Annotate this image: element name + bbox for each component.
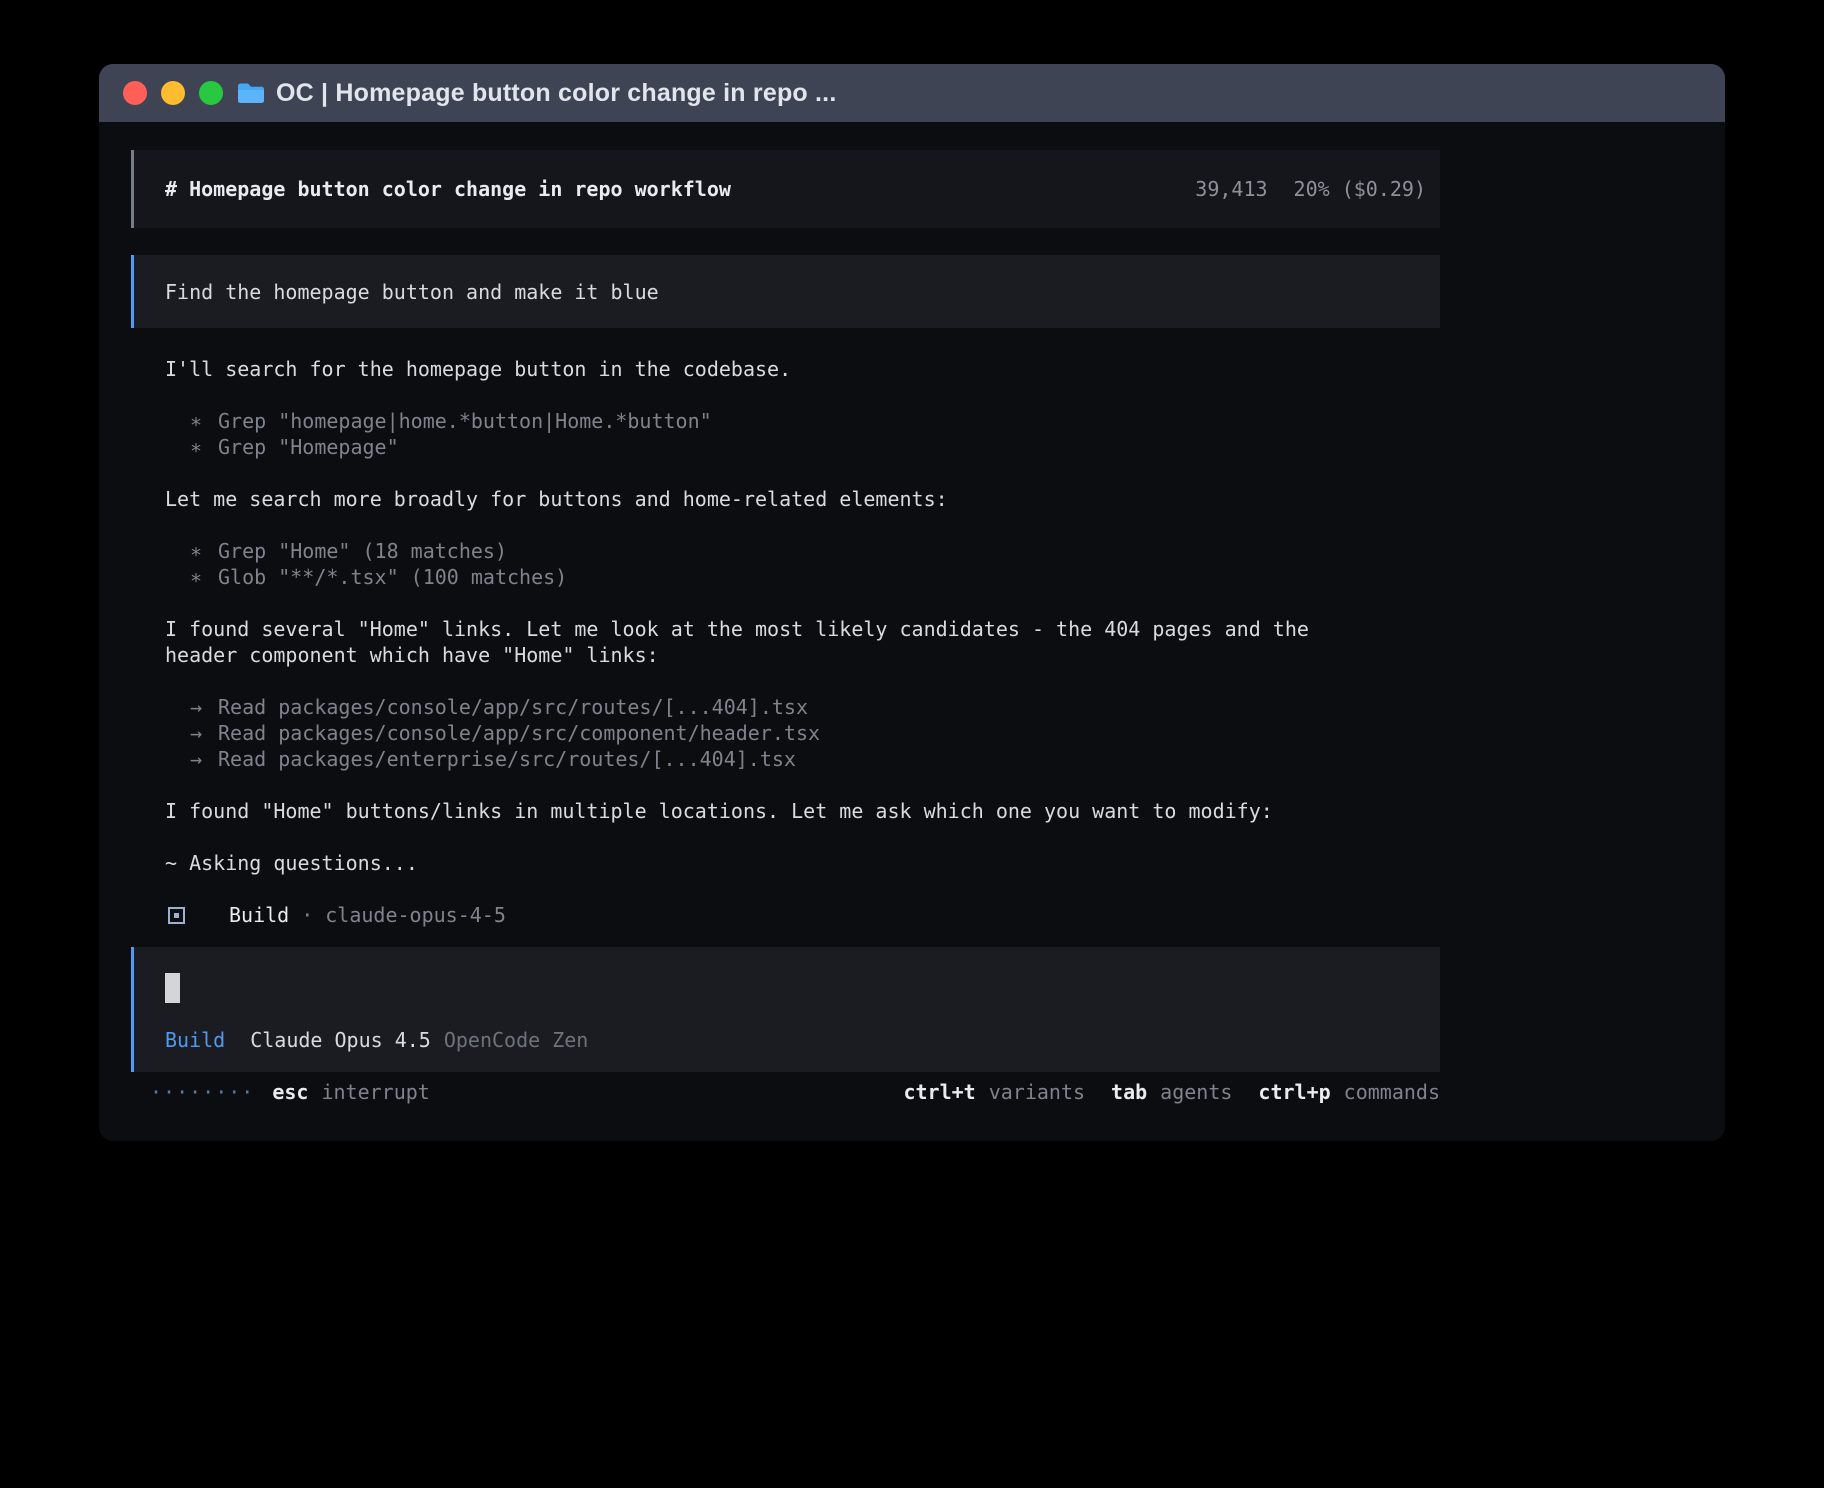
ctrl-t-key-label: ctrl+t bbox=[903, 1079, 975, 1105]
variants-label: variants bbox=[989, 1079, 1085, 1105]
assistant-message: I'll search for the homepage button in t… bbox=[165, 356, 1355, 382]
arrow-right-icon: → bbox=[190, 720, 218, 746]
prompt-model: Claude Opus 4.5 bbox=[250, 1027, 431, 1053]
tool-call: ∗ Grep "homepage|home.*button|Home.*butt… bbox=[165, 408, 1440, 434]
assistant-message: I found "Home" buttons/links in multiple… bbox=[165, 798, 1355, 824]
esc-key-label: esc bbox=[272, 1079, 308, 1105]
close-button[interactable] bbox=[123, 81, 147, 105]
commands-label: commands bbox=[1344, 1079, 1440, 1105]
session-header: # Homepage button color change in repo w… bbox=[131, 150, 1440, 228]
arrow-right-icon: → bbox=[190, 746, 218, 772]
commands-hint: ctrl+p commands bbox=[1258, 1079, 1440, 1105]
user-message: Find the homepage button and make it blu… bbox=[131, 255, 1440, 328]
tool-call-group: ∗ Grep "Home" (18 matches) ∗ Glob "**/*.… bbox=[165, 538, 1440, 590]
asterisk-tool-icon: ∗ bbox=[190, 564, 218, 590]
tool-call-text: Grep "homepage|home.*button|Home.*button… bbox=[218, 408, 712, 434]
activity-status: ~ Asking questions... bbox=[165, 850, 1440, 876]
spinner-dots: ········ bbox=[150, 1079, 254, 1105]
window-title: OC | Homepage button color change in rep… bbox=[276, 79, 836, 108]
separator-dot: · bbox=[301, 902, 313, 928]
arrow-right-icon: → bbox=[190, 694, 218, 720]
assistant-message: I found several "Home" links. Let me loo… bbox=[165, 616, 1355, 668]
read-tool-call: → Read packages/console/app/src/routes/[… bbox=[165, 694, 1440, 720]
text-cursor bbox=[165, 973, 180, 1003]
tab-key-label: tab bbox=[1111, 1079, 1147, 1105]
interrupt-label: interrupt bbox=[321, 1079, 429, 1105]
context-cost: 20% ($0.29) bbox=[1294, 176, 1426, 202]
agents-hint: tab agents bbox=[1111, 1079, 1232, 1105]
window-titlebar: OC | Homepage button color change in rep… bbox=[99, 64, 1725, 122]
assistant-message: Let me search more broadly for buttons a… bbox=[165, 486, 1355, 512]
zoom-button[interactable] bbox=[199, 81, 223, 105]
agent-name: Build bbox=[229, 902, 289, 928]
prompt-meta: Build Claude Opus 4.5 OpenCode Zen bbox=[165, 1027, 1409, 1053]
traffic-lights bbox=[123, 81, 223, 105]
ctrl-p-key-label: ctrl+p bbox=[1258, 1079, 1330, 1105]
minimize-button[interactable] bbox=[161, 81, 185, 105]
token-count: 39,413 bbox=[1195, 176, 1267, 202]
folder-icon bbox=[236, 81, 266, 105]
asterisk-tool-icon: ∗ bbox=[190, 408, 218, 434]
prompt-input[interactable]: Build Claude Opus 4.5 OpenCode Zen bbox=[131, 947, 1440, 1072]
status-bar: ········ esc interrupt ctrl+t variants t… bbox=[131, 1079, 1440, 1105]
tool-call-text: Read packages/enterprise/src/routes/[...… bbox=[218, 746, 796, 772]
tool-call-text: Read packages/console/app/src/component/… bbox=[218, 720, 820, 746]
tool-call-text: Grep "Home" (18 matches) bbox=[218, 538, 507, 564]
tool-call-text: Glob "**/*.tsx" (100 matches) bbox=[218, 564, 567, 590]
prompt-provider: OpenCode Zen bbox=[444, 1027, 589, 1053]
square-dot-agent-icon bbox=[168, 907, 185, 924]
prompt-mode-badge: Build bbox=[165, 1027, 225, 1053]
read-tool-call: → Read packages/console/app/src/componen… bbox=[165, 720, 1440, 746]
user-message-text: Find the homepage button and make it blu… bbox=[165, 279, 659, 305]
tool-call: ∗ Grep "Homepage" bbox=[165, 434, 1440, 460]
read-tool-call: → Read packages/enterprise/src/routes/[.… bbox=[165, 746, 1440, 772]
tool-call: ∗ Glob "**/*.tsx" (100 matches) bbox=[165, 564, 1440, 590]
terminal-content: # Homepage button color change in repo w… bbox=[99, 122, 1725, 1105]
agent-badge: Build · claude-opus-4-5 bbox=[165, 902, 1440, 928]
session-title: # Homepage button color change in repo w… bbox=[165, 176, 731, 202]
conversation-log: I'll search for the homepage button in t… bbox=[131, 356, 1440, 928]
session-stats: 39,413 20% ($0.29) bbox=[1195, 176, 1426, 202]
asterisk-tool-icon: ∗ bbox=[190, 434, 218, 460]
tool-call-text: Grep "Homepage" bbox=[218, 434, 399, 460]
agents-label: agents bbox=[1160, 1079, 1232, 1105]
tool-call-text: Read packages/console/app/src/routes/[..… bbox=[218, 694, 808, 720]
agent-model: claude-opus-4-5 bbox=[325, 902, 506, 928]
asterisk-tool-icon: ∗ bbox=[190, 538, 218, 564]
tool-call-group: ∗ Grep "homepage|home.*button|Home.*butt… bbox=[165, 408, 1440, 460]
tool-call: ∗ Grep "Home" (18 matches) bbox=[165, 538, 1440, 564]
terminal-window: OC | Homepage button color change in rep… bbox=[99, 64, 1725, 1141]
tool-call-group: → Read packages/console/app/src/routes/[… bbox=[165, 694, 1440, 772]
variants-hint: ctrl+t variants bbox=[903, 1079, 1085, 1105]
interrupt-hint: esc interrupt bbox=[272, 1079, 430, 1105]
